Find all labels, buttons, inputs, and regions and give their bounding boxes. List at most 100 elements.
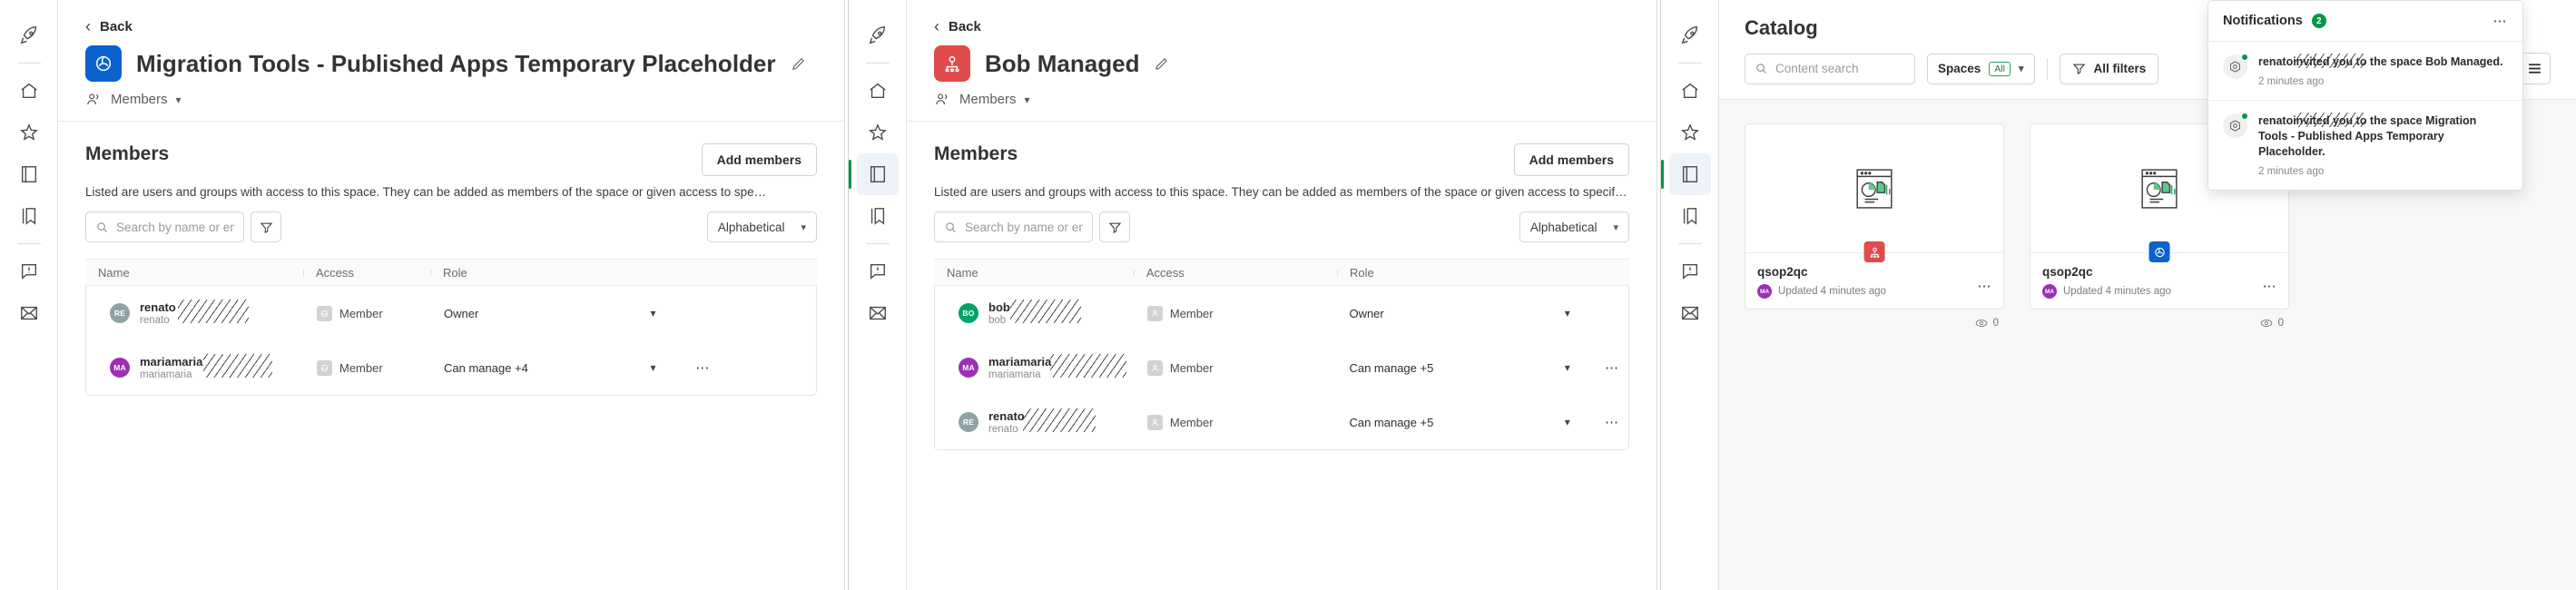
sort-select[interactable]: Alphabetical ▾ (1519, 211, 1629, 242)
star-icon[interactable] (1669, 112, 1711, 153)
search-input[interactable] (965, 220, 1083, 234)
table-row[interactable]: BO bob bob Member Owner ▾ (935, 286, 1628, 340)
add-members-button[interactable]: Add members (1513, 143, 1629, 176)
back-button-a[interactable]: ‹ Back (85, 18, 817, 34)
sort-select[interactable]: Alphabetical ▾ (706, 211, 817, 242)
filter-icon[interactable] (251, 211, 281, 242)
edit-pencil-icon[interactable] (1154, 56, 1169, 72)
bookmark-icon[interactable] (857, 195, 899, 237)
filter-icon[interactable] (1099, 211, 1130, 242)
access-label: Member (1169, 415, 1214, 429)
access-label: Member (339, 306, 383, 320)
toolbar-divider (2046, 57, 2048, 80)
members-icon (85, 91, 103, 108)
app-screen: ‹ Back Migration Tools - Published Apps … (0, 0, 2576, 590)
member-name-cell: MA mariamaria mariamaria (86, 354, 304, 380)
bookmark-icon[interactable] (1669, 195, 1711, 237)
member-email: bob (988, 315, 1007, 326)
star-icon[interactable] (857, 112, 899, 153)
card-menu-button[interactable]: ⋯ (1978, 278, 1993, 294)
table-row[interactable]: MA mariamaria mariamaria Member Can mana… (86, 340, 816, 395)
chevron-down-icon: ▾ (2018, 64, 2024, 74)
alerts-icon[interactable] (857, 251, 899, 292)
icon-rail-a (0, 0, 58, 590)
redaction-overlay (2296, 112, 2365, 127)
catalog-icon[interactable] (8, 153, 50, 195)
tab-members-b[interactable]: Members ▾ (934, 91, 1629, 108)
avatar: MA (2042, 284, 2057, 299)
role-dropdown-toggle[interactable]: ▾ (1539, 361, 1583, 374)
space-panel-bob-managed: ‹ Back Bob Managed Members ▾ Members Add… (849, 0, 1657, 590)
alerts-icon[interactable] (1669, 251, 1711, 292)
home-icon[interactable] (1669, 70, 1711, 112)
catalog-icon[interactable] (849, 153, 899, 195)
catalog-card[interactable]: qsop2qc MA Updated 4 minutes ago ⋯ (1745, 123, 2004, 310)
role-dropdown-toggle[interactable]: ▾ (622, 361, 672, 374)
all-filters-label: All filters (2093, 62, 2147, 75)
add-members-button[interactable]: Add members (701, 143, 817, 176)
all-filters-button[interactable]: All filters (2059, 53, 2159, 84)
rail-divider (1677, 243, 1702, 244)
row-menu-button[interactable]: ⋯ (672, 359, 722, 376)
members-section-a: Members Add members Listed are users and… (58, 122, 844, 590)
back-button-b[interactable]: ‹ Back (934, 18, 1629, 34)
notifications-menu-button[interactable]: ⋯ (2493, 13, 2509, 29)
sheet-preview-icon (1856, 168, 1893, 209)
mail-icon[interactable] (8, 292, 50, 334)
unread-dot (2241, 112, 2248, 120)
content-search-input[interactable] (1775, 62, 1905, 75)
notification-item[interactable]: renato invited you to the space Bob Manag… (2208, 42, 2522, 101)
member-name: renato (988, 409, 1025, 423)
notifications-popover: Notifications 2 ⋯ renato invited you to t… (2207, 0, 2523, 191)
star-icon[interactable] (8, 112, 50, 153)
role-dropdown-toggle[interactable]: ▾ (622, 307, 672, 320)
mail-icon[interactable] (857, 292, 899, 334)
row-menu-button[interactable]: ⋯ (1584, 359, 1628, 376)
tab-members-a[interactable]: Members ▾ (85, 91, 817, 108)
back-label: Back (949, 18, 981, 34)
notification-item[interactable]: renato invited you to the space Migration… (2208, 101, 2522, 190)
search-input-wrapper[interactable] (85, 211, 244, 242)
space-content-b: ‹ Back Bob Managed Members ▾ Members Add… (907, 0, 1657, 590)
avatar: RE (110, 303, 130, 323)
edit-pencil-icon[interactable] (791, 56, 806, 72)
table-row[interactable]: RE renato renato Member (935, 395, 1628, 449)
catalog-card-wrapper: qsop2qc MA Updated 4 minutes ago ⋯ 0 (1745, 123, 2004, 329)
sort-label: Alphabetical (1529, 220, 1598, 234)
home-icon[interactable] (857, 70, 899, 112)
search-input[interactable] (116, 220, 234, 234)
members-heading: Members (934, 143, 1018, 164)
home-icon[interactable] (8, 70, 50, 112)
rocket-icon[interactable] (1669, 15, 1711, 56)
member-name: mariamaria (988, 355, 1052, 369)
role-dropdown-toggle[interactable]: ▾ (1539, 307, 1583, 320)
card-views-count: 0 (2277, 318, 2284, 329)
chevron-down-icon: ▾ (1613, 221, 1618, 233)
bookmark-icon[interactable] (8, 195, 50, 237)
avatar: RE (959, 412, 978, 432)
list-view-button[interactable] (2519, 54, 2550, 84)
member-email: renato (140, 315, 170, 326)
table-row[interactable]: RE renato renato Member (86, 286, 816, 340)
column-header-name: Name (98, 265, 130, 280)
catalog-icon[interactable] (1661, 153, 1711, 195)
chevron-left-icon: ‹ (85, 17, 91, 35)
spaces-filter-select[interactable]: Spaces All ▾ (1927, 53, 2035, 84)
alerts-icon[interactable] (8, 251, 50, 292)
role-dropdown-toggle[interactable]: ▾ (1539, 416, 1583, 428)
rail-divider (16, 63, 41, 64)
tab-label: Members (959, 92, 1017, 107)
content-search-wrapper[interactable] (1745, 53, 1915, 84)
chevron-down-icon: ▾ (1024, 93, 1030, 106)
search-input-wrapper[interactable] (934, 211, 1093, 242)
rocket-icon[interactable] (857, 15, 899, 56)
rocket-icon[interactable] (8, 15, 50, 56)
member-name: mariamaria (140, 355, 203, 369)
table-row[interactable]: MA mariamaria mariamaria Member Can mana… (935, 340, 1628, 395)
card-menu-button[interactable]: ⋯ (2263, 278, 2278, 294)
rail-divider (865, 63, 890, 64)
mail-icon[interactable] (1669, 292, 1711, 334)
card-views-count: 0 (1992, 318, 1999, 329)
notifications-count-badge: 2 (2311, 14, 2326, 28)
row-menu-button[interactable]: ⋯ (1584, 414, 1628, 430)
